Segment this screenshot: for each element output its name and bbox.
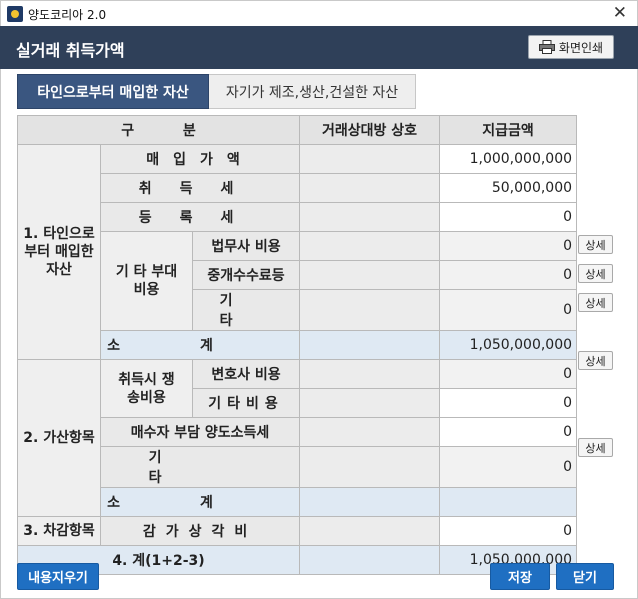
label-misc: 기타 (99, 446, 301, 488)
label-other-incidental-costs: 기 타 부대비용 (100, 231, 193, 331)
label-broker-fee: 중개수수료등 (191, 260, 301, 290)
counterparty-cell (299, 173, 441, 203)
amount-registration-tax[interactable]: 0 (439, 202, 578, 232)
page-header: 실거래 취득가액 화면인쇄 (0, 26, 638, 69)
close-button[interactable]: 닫기 (556, 563, 614, 590)
counterparty-cell (299, 417, 441, 447)
detail-button-lawyer-fee[interactable]: 상세 (578, 351, 613, 370)
amount-misc: 0 (439, 446, 578, 488)
label-other: 기타 (191, 289, 301, 331)
amount-subtotal-1: 1,050,000,000 (439, 330, 578, 360)
group-purchased-asset: 1. 타인으로 부터 매입한 자산 (17, 144, 101, 360)
header-amount: 지급금액 (439, 115, 578, 145)
group-deductions: 3. 차감항목 (17, 516, 101, 546)
amount-buyer-paid-tax[interactable]: 0 (439, 417, 578, 447)
print-button[interactable]: 화면인쇄 (528, 35, 614, 59)
tab-self-made-asset[interactable]: 자기가 제조,생산,건설한 자산 (209, 74, 416, 109)
header-category: 구 분 (16, 115, 301, 145)
label-registration-tax: 등록세 (99, 202, 301, 232)
detail-button-broker-fee[interactable]: 상세 (578, 264, 613, 283)
label-other-costs: 기타비용 (191, 388, 301, 418)
counterparty-cell (299, 260, 441, 290)
clear-button[interactable]: 내용지우기 (17, 563, 99, 590)
amount-other-costs[interactable]: 0 (439, 388, 578, 418)
print-button-label: 화면인쇄 (558, 40, 604, 55)
app-icon (7, 6, 23, 22)
counterparty-cell (299, 516, 441, 546)
label-purchase-price: 매입가액 (99, 144, 301, 174)
header-counterparty: 거래상대방 상호 (299, 115, 441, 145)
amount-subtotal-2 (439, 487, 578, 517)
detail-button-legal-fee[interactable]: 상세 (578, 235, 613, 254)
label-acquisition-tax: 취득세 (99, 173, 301, 203)
group-additions: 2. 가산항목 (17, 359, 101, 517)
counterparty-cell (299, 231, 441, 261)
printer-icon (538, 40, 555, 54)
tab-purchased-asset[interactable]: 타인으로부터 매입한 자산 (17, 74, 209, 109)
amount-broker-fee: 0 (439, 260, 578, 290)
amount-lawyer-fee: 0 (439, 359, 578, 389)
amount-purchase-price[interactable]: 1,000,000,000 (439, 144, 578, 174)
counterparty-cell (299, 289, 441, 331)
label-buyer-paid-tax: 매수자 부담 양도소득세 (99, 417, 301, 447)
amount-other: 0 (439, 289, 578, 331)
label-subtotal-2: 소계 (99, 487, 301, 517)
acquisition-cost-table: 구 분 거래상대방 상호 지급금액 1. 타인으로 부터 매입한 자산 매입가액… (16, 115, 578, 575)
counterparty-cell (299, 487, 441, 517)
counterparty-cell (299, 144, 441, 174)
counterparty-cell (299, 330, 441, 360)
label-lawyer-fee: 변호사 비용 (191, 359, 301, 389)
label-litigation-costs: 취득시 쟁송비용 (100, 359, 193, 418)
amount-depreciation[interactable]: 0 (439, 516, 578, 546)
label-legal-fee: 법무사 비용 (191, 231, 301, 261)
window-title: 양도코리아 2.0 (28, 8, 107, 22)
counterparty-cell (299, 446, 441, 488)
detail-button-misc[interactable]: 상세 (578, 438, 613, 457)
amount-acquisition-tax[interactable]: 50,000,000 (439, 173, 578, 203)
counterparty-cell (299, 388, 441, 418)
detail-button-other[interactable]: 상세 (578, 293, 613, 312)
label-depreciation: 감가상각비 (99, 516, 301, 546)
amount-legal-fee: 0 (439, 231, 578, 261)
counterparty-cell (299, 545, 441, 575)
close-icon[interactable]: ✕ (613, 3, 627, 23)
counterparty-cell (299, 202, 441, 232)
counterparty-cell (299, 359, 441, 389)
label-subtotal-1: 소계 (99, 330, 301, 360)
page-title: 실거래 취득가액 (16, 41, 125, 60)
window-titlebar: 양도코리아 2.0 ✕ (0, 0, 638, 26)
save-button[interactable]: 저장 (490, 563, 550, 590)
